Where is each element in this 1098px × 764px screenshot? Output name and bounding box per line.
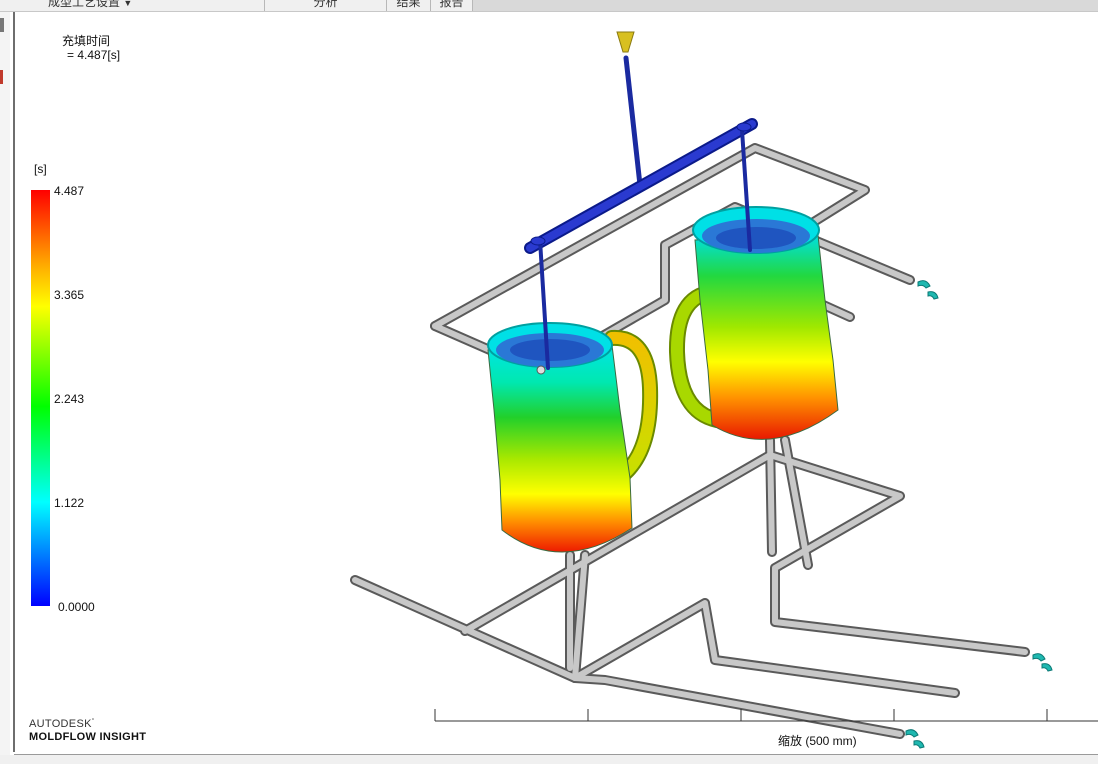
cooling-channels <box>350 143 1030 739</box>
left-panel-edge <box>0 12 10 764</box>
scale-label: 缩放 (500 mm) <box>778 734 857 748</box>
tab-process-settings[interactable]: 成型工艺设置 ▼ <box>0 0 265 11</box>
part-mug-left[interactable] <box>487 322 659 553</box>
tab-report[interactable]: 报告 <box>431 0 473 11</box>
panel-edge-highlight <box>0 70 3 84</box>
model-viewport[interactable] <box>15 12 1098 754</box>
tab-analysis[interactable]: 分析 <box>265 0 387 11</box>
injection-cone-icon[interactable] <box>616 31 635 53</box>
panel-edge-marker <box>0 18 4 32</box>
tab-process-settings-label: 成型工艺设置 <box>48 0 121 9</box>
tab-results[interactable]: 结果 <box>387 0 431 11</box>
ribbon-empty-area <box>473 0 1098 11</box>
part-mug-right[interactable] <box>668 206 839 440</box>
status-strip <box>0 755 1098 764</box>
ribbon-tab-bar: 成型工艺设置 ▼ 分析 结果 报告 <box>0 0 1098 12</box>
chevron-down-icon[interactable]: ▼ <box>123 0 132 8</box>
coolant-fitting-icon <box>905 280 1053 749</box>
